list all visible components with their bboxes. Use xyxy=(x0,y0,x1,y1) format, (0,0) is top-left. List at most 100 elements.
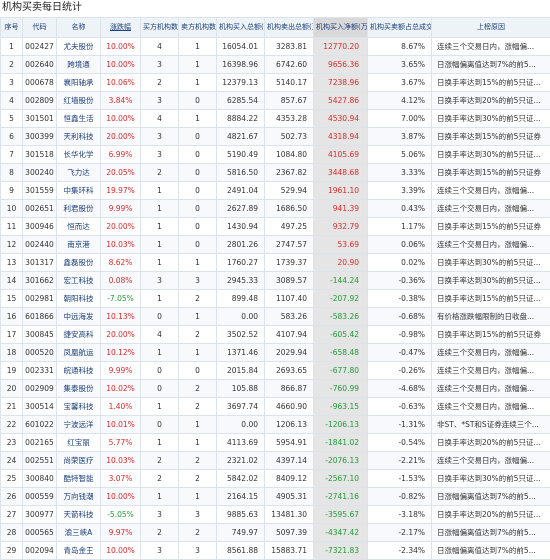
stock-code-text[interactable]: 002427 xyxy=(25,42,54,51)
listing-reason[interactable]: 日换手率达到30%的前5只证... xyxy=(432,254,550,272)
table-row[interactable]: 1002427尤夫股份10.00%4116054.013283.8112770.… xyxy=(1,38,550,56)
listing-reason-text[interactable]: 日换手率达到15%的前5只证券 xyxy=(437,132,541,141)
stock-name-link-text[interactable]: 中远海发 xyxy=(64,312,94,321)
stock-code-text[interactable]: 002651 xyxy=(25,204,54,213)
stock-code[interactable]: 300845 xyxy=(23,326,57,344)
table-row[interactable]: 19002331皖通科技9.99%002015.842693.65-677.80… xyxy=(1,362,550,380)
stock-code-text[interactable]: 301559 xyxy=(25,186,54,195)
stock-name-link[interactable]: 捷安高科 xyxy=(57,326,101,344)
listing-reason-text[interactable]: 连续三个交易日内，涨幅偏... xyxy=(437,42,534,51)
stock-name-link[interactable]: 襄阳轴承 xyxy=(57,74,101,92)
stock-code-text[interactable]: 300845 xyxy=(25,330,54,339)
stock-name-link-text[interactable]: 宝馨科技 xyxy=(64,402,94,411)
stock-name-link-text[interactable]: 青岛金王 xyxy=(64,546,94,555)
stock-name-link-text[interactable]: 宏工科技 xyxy=(64,276,94,285)
listing-reason-text[interactable]: 连续三个交易日内，涨幅偏... xyxy=(437,384,534,393)
stock-code-text[interactable]: 000678 xyxy=(25,78,54,87)
table-row[interactable]: 11300946恒而达20.00%101430.94497.25932.791.… xyxy=(1,218,550,236)
stock-code[interactable]: 002331 xyxy=(23,362,57,380)
listing-reason-text[interactable]: 日涨幅偏离值达到7%的前5... xyxy=(437,546,536,555)
stock-code[interactable]: 300946 xyxy=(23,218,57,236)
stock-code[interactable]: 300840 xyxy=(23,470,57,488)
listing-reason[interactable]: 日换手率达到20%的前5只证... xyxy=(432,506,550,524)
listing-reason[interactable]: 连续三个交易日内，涨幅偏... xyxy=(432,182,550,200)
stock-code[interactable]: 002440 xyxy=(23,236,57,254)
stock-code-text[interactable]: 301501 xyxy=(25,114,54,123)
stock-name-link-text[interactable]: 捷安高科 xyxy=(64,330,94,339)
stock-code[interactable]: 002094 xyxy=(23,542,57,560)
stock-name-link[interactable]: 宝馨科技 xyxy=(57,398,101,416)
stock-name-link[interactable]: 尤夫股份 xyxy=(57,38,101,56)
listing-reason-text[interactable]: 日换手率达到30%的前5只证... xyxy=(437,258,541,267)
stock-name-link[interactable]: 利君股份 xyxy=(57,200,101,218)
stock-code[interactable]: 300399 xyxy=(23,128,57,146)
stock-name-link[interactable]: 鑫磊股份 xyxy=(57,254,101,272)
listing-reason[interactable]: 日涨幅偏离值达到7%的前5... xyxy=(432,542,550,560)
stock-name-link-text[interactable]: 红宝丽 xyxy=(67,438,90,447)
header-net-buy[interactable]: 机构买入净额(万)▲▼ xyxy=(314,18,368,38)
stock-code-text[interactable]: 300840 xyxy=(25,474,54,483)
stock-name-link-text[interactable]: 天箭科技 xyxy=(64,510,94,519)
listing-reason[interactable]: 连续三个交易日内，涨幅偏... xyxy=(432,362,550,380)
listing-reason[interactable]: 日涨幅偏离值达到7%的前5... xyxy=(432,56,550,74)
listing-reason[interactable]: 日换手率达到30%的前5只证... xyxy=(432,470,550,488)
stock-name-link-text[interactable]: 长华化学 xyxy=(64,150,94,159)
stock-code-text[interactable]: 002165 xyxy=(25,438,54,447)
listing-reason-text[interactable]: 有价格涨跌幅限制的日收盘... xyxy=(437,312,534,321)
table-row[interactable]: 5301501恒鑫生活10.00%418884.224353.284530.94… xyxy=(1,110,550,128)
stock-name-link[interactable]: 酷特智能 xyxy=(57,470,101,488)
stock-code[interactable]: 002165 xyxy=(23,434,57,452)
stock-name-link[interactable]: 万向钱潮 xyxy=(57,488,101,506)
listing-reason[interactable]: 连续三个交易日内，涨幅偏... xyxy=(432,398,550,416)
stock-code-text[interactable]: 002981 xyxy=(25,294,54,303)
stock-code[interactable]: 002640 xyxy=(23,56,57,74)
listing-reason-text[interactable]: 日换手率达到20%的前5只证... xyxy=(437,510,541,519)
table-row[interactable]: 15002981朝阳科技-7.05%12899.481107.40-207.92… xyxy=(1,290,550,308)
stock-name-link[interactable]: 集泰股份 xyxy=(57,380,101,398)
stock-code-text[interactable]: 002809 xyxy=(25,96,54,105)
stock-name-link[interactable]: 红墙股份 xyxy=(57,92,101,110)
stock-name-link-text[interactable]: 宁波远洋 xyxy=(64,420,94,429)
stock-name-link[interactable]: 皖通科技 xyxy=(57,362,101,380)
stock-code[interactable]: 601022 xyxy=(23,416,57,434)
table-row[interactable]: 25300840酷特智能3.07%225842.028409.12-2567.1… xyxy=(1,470,550,488)
stock-code[interactable]: 002551 xyxy=(23,452,57,470)
stock-name-link-text[interactable]: 凤凰航运 xyxy=(64,348,94,357)
table-row[interactable]: 20002909集泰股份10.02%02105.88866.87-760.99-… xyxy=(1,380,550,398)
table-row[interactable]: 24002551尚荣医疗10.03%222321.024397.14-2076.… xyxy=(1,452,550,470)
table-row[interactable]: 29002094青岛金王10.00%338561.8815883.71-7321… xyxy=(1,542,550,560)
stock-name-link-text[interactable]: 尚荣医疗 xyxy=(64,456,94,465)
listing-reason[interactable]: 日换手率达到30%的前5只证... xyxy=(432,110,550,128)
stock-code[interactable]: 002909 xyxy=(23,380,57,398)
listing-reason[interactable]: 日换手率达到30%的前5只证... xyxy=(432,146,550,164)
stock-code-text[interactable]: 002909 xyxy=(25,384,54,393)
header-buy-amount[interactable]: 机构买入总额(万) xyxy=(217,18,265,38)
stock-code-text[interactable]: 002331 xyxy=(25,366,54,375)
listing-reason-text[interactable]: 日换手率达到20%的前5只证... xyxy=(437,438,541,447)
stock-code[interactable]: 301501 xyxy=(23,110,57,128)
listing-reason-text[interactable]: 连续三个交易日内，涨幅偏... xyxy=(437,366,534,375)
stock-name-link[interactable]: 跨境通 xyxy=(57,56,101,74)
listing-reason[interactable]: 日换手率达到15%的前5只证券 xyxy=(432,128,550,146)
stock-name-link-text[interactable]: 万向钱潮 xyxy=(64,492,94,501)
listing-reason[interactable]: 连续三个交易日内，涨幅偏... xyxy=(432,236,550,254)
table-row[interactable]: 4002809红墙股份3.84%306285.54857.675427.864.… xyxy=(1,92,550,110)
listing-reason[interactable]: 日换手率达到20%的前5只证... xyxy=(432,434,550,452)
stock-code[interactable]: 300514 xyxy=(23,398,57,416)
header-buyer-count[interactable]: 买方机构数 xyxy=(141,18,179,38)
table-row[interactable]: 14301662宏工科技0.08%332945.333089.57-144.24… xyxy=(1,272,550,290)
table-row[interactable]: 10002651利君股份9.99%102627.891686.50941.390… xyxy=(1,200,550,218)
listing-reason[interactable]: 连续三个交易日内，涨幅偏... xyxy=(432,38,550,56)
stock-name-link[interactable]: 长华化学 xyxy=(57,146,101,164)
listing-reason-text[interactable]: 日换手率达到30%的前5只证... xyxy=(437,150,541,159)
stock-name-link[interactable]: 凤凰航运 xyxy=(57,344,101,362)
listing-reason[interactable]: 连续三个交易日内，涨幅偏... xyxy=(432,452,550,470)
stock-name-link[interactable]: 中集环科 xyxy=(57,182,101,200)
stock-name-link[interactable]: 天利科技 xyxy=(57,128,101,146)
listing-reason[interactable]: 日换手率达到30%的前5只证... xyxy=(432,272,550,290)
listing-reason-text[interactable]: 日换手率达到15%的前5只证... xyxy=(437,78,541,87)
listing-reason-text[interactable]: 日换手率达到30%的前5只证... xyxy=(437,114,541,123)
table-row[interactable]: 6300399天利科技20.00%304821.67502.734318.943… xyxy=(1,128,550,146)
stock-code-text[interactable]: 000565 xyxy=(25,528,54,537)
stock-name-link[interactable]: 宏工科技 xyxy=(57,272,101,290)
